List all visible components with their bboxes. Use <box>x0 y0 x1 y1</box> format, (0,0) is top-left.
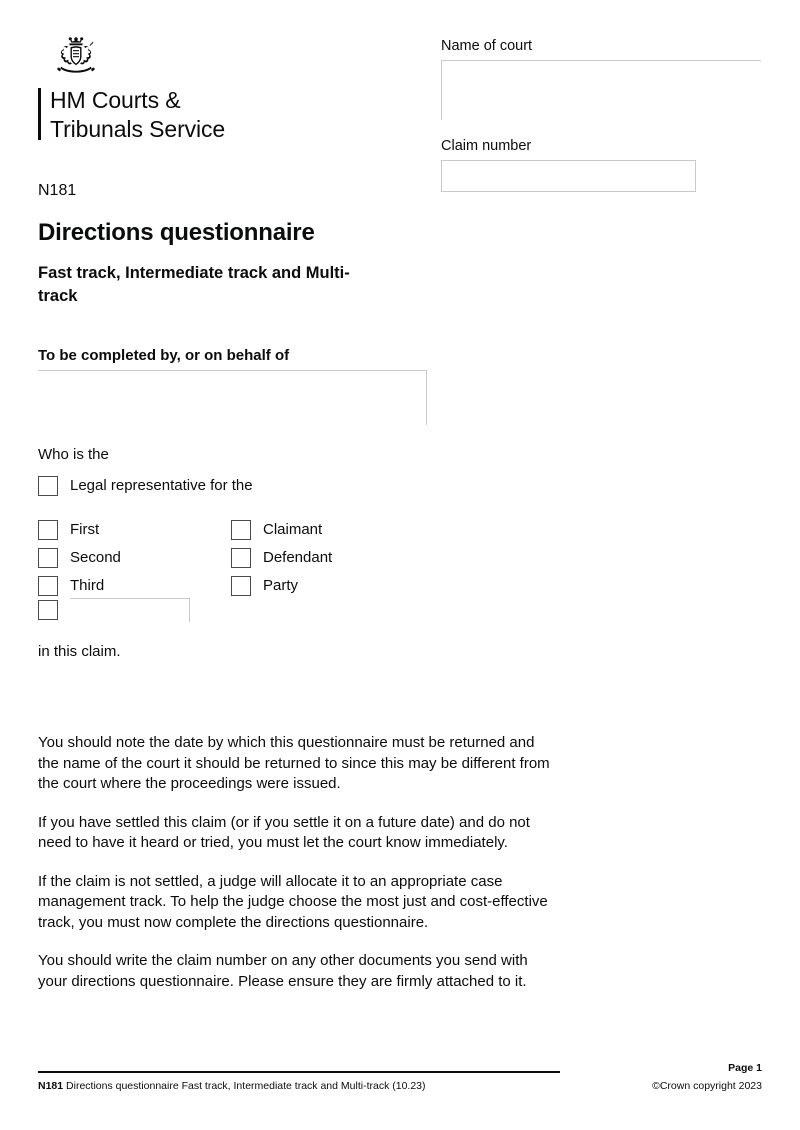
page-subtitle: Fast track, Intermediate track and Multi… <box>38 262 368 308</box>
checkbox-label-claimant: Claimant <box>263 520 322 540</box>
completed-by-heading: To be completed by, or on behalf of <box>38 345 289 366</box>
checkbox-label-legal-representative: Legal representative for the <box>70 476 253 496</box>
organisation-name-line1: HM Courts & <box>50 86 338 115</box>
guidance-paragraph-3: If the claim is not settled, a judge wil… <box>38 872 553 934</box>
logo-vertical-rule <box>38 88 41 140</box>
other-ordinal-input[interactable] <box>70 598 190 622</box>
hmcts-logo: HM Courts & Tribunals Service <box>38 36 338 144</box>
checkbox-row-defendant[interactable]: Defendant <box>231 548 332 568</box>
footer-form-code: N181 <box>38 1080 63 1092</box>
footer-form-reference: N181 Directions questionnaire Fast track… <box>38 1079 426 1093</box>
checkbox-third[interactable] <box>38 576 58 596</box>
completed-by-input[interactable] <box>38 370 427 425</box>
footer-form-description: Directions questionnaire Fast track, Int… <box>66 1080 425 1092</box>
form-code: N181 <box>38 180 76 202</box>
checkbox-party[interactable] <box>231 576 251 596</box>
checkbox-row-party[interactable]: Party <box>231 576 298 596</box>
checkbox-row-claimant[interactable]: Claimant <box>231 520 322 540</box>
guidance-paragraph-1: You should note the date by which this q… <box>38 733 553 795</box>
checkbox-first[interactable] <box>38 520 58 540</box>
claim-number-label: Claim number <box>441 136 696 156</box>
checkbox-defendant[interactable] <box>231 548 251 568</box>
checkbox-legal-representative[interactable] <box>38 476 58 496</box>
name-of-court-input[interactable] <box>441 60 761 120</box>
organisation-name-line2: Tribunals Service <box>50 115 338 144</box>
claim-number-input[interactable] <box>441 160 696 192</box>
checkbox-label-second: Second <box>70 548 121 568</box>
royal-coat-of-arms-icon <box>50 36 102 80</box>
checkbox-row-third[interactable]: Third <box>38 576 104 596</box>
checkbox-second[interactable] <box>38 548 58 568</box>
checkbox-other-ordinal[interactable] <box>38 600 58 620</box>
checkbox-row-other-ordinal[interactable] <box>38 600 190 622</box>
guidance-notes: You should note the date by which this q… <box>38 733 553 992</box>
footer-divider <box>38 1071 560 1073</box>
checkbox-claimant[interactable] <box>231 520 251 540</box>
checkbox-row-second[interactable]: Second <box>38 548 121 568</box>
in-this-claim-label: in this claim. <box>38 641 121 662</box>
checkbox-label-first: First <box>70 520 99 540</box>
page-title: Directions questionnaire <box>38 218 315 248</box>
checkbox-row-legal-representative[interactable]: Legal representative for the <box>38 476 253 496</box>
copyright-notice: ©Crown copyright 2023 <box>652 1079 762 1093</box>
name-of-court-field: Name of court <box>441 36 761 120</box>
claim-number-field: Claim number <box>441 136 696 192</box>
checkbox-row-first[interactable]: First <box>38 520 99 540</box>
guidance-paragraph-2: If you have settled this claim (or if yo… <box>38 813 553 854</box>
name-of-court-label: Name of court <box>441 36 761 56</box>
guidance-paragraph-4: You should write the claim number on any… <box>38 951 553 992</box>
who-is-the-label: Who is the <box>38 444 109 465</box>
checkbox-label-third: Third <box>70 576 104 596</box>
page-number: Page 1 <box>728 1061 762 1075</box>
checkbox-label-defendant: Defendant <box>263 548 332 568</box>
checkbox-label-party: Party <box>263 576 298 596</box>
